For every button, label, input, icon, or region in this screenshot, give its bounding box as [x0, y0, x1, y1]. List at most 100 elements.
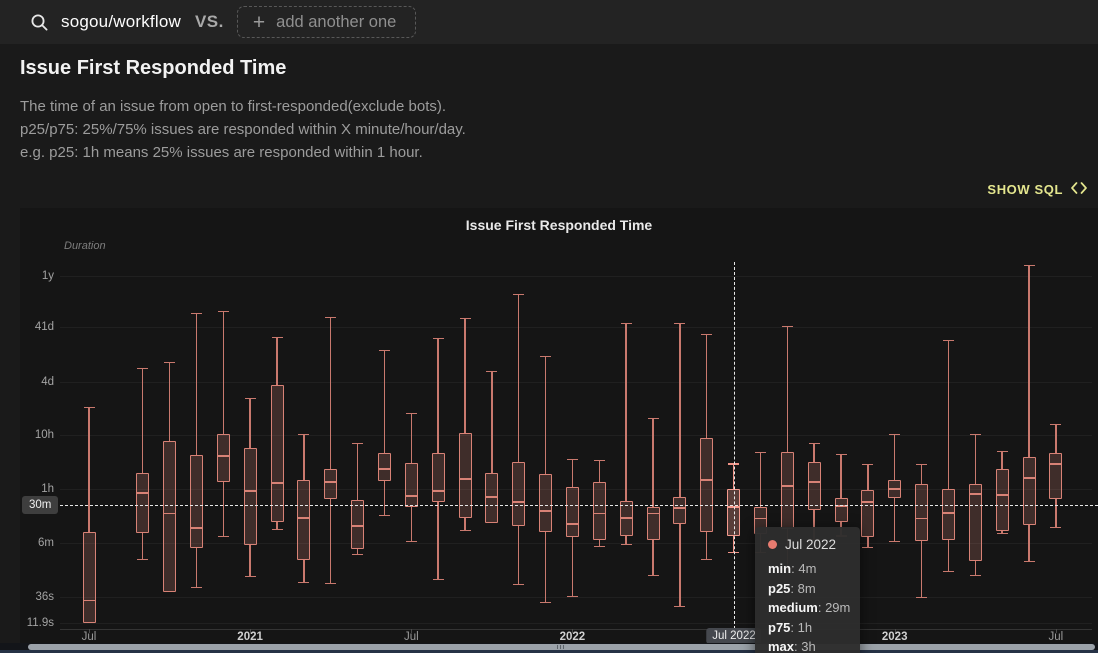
repo-search-input[interactable]: sogou/workflow	[61, 12, 181, 32]
boxplot[interactable]	[673, 497, 687, 524]
boxplot[interactable]	[297, 480, 311, 560]
median-line	[619, 517, 633, 519]
boxplot[interactable]	[82, 532, 96, 623]
whisker-cap	[137, 368, 149, 370]
whisker-cap	[217, 311, 229, 313]
median-line	[995, 494, 1009, 496]
whisker-cap	[942, 340, 954, 342]
boxplot[interactable]	[941, 489, 955, 540]
median-line	[1049, 463, 1063, 465]
boxplot[interactable]	[1022, 457, 1036, 525]
boxplot[interactable]	[189, 455, 203, 548]
boxplot[interactable]	[807, 462, 821, 510]
description-line: p25/p75: 25%/75% issues are responded wi…	[20, 121, 466, 138]
boxplot[interactable]	[216, 434, 230, 482]
whisker-cap	[647, 418, 659, 420]
chart-tooltip: Jul 2022 min: 4m p25: 8m medium: 29m p75: 1…	[755, 527, 860, 653]
boxplot[interactable]	[834, 498, 848, 522]
boxplot[interactable]	[780, 452, 794, 529]
boxplot[interactable]	[512, 462, 526, 526]
boxplot[interactable]	[324, 469, 338, 499]
whisker	[679, 524, 681, 607]
whisker	[222, 482, 224, 537]
boxplot[interactable]	[243, 448, 257, 546]
tooltip-row: max: 3h	[768, 639, 816, 653]
whisker	[518, 294, 520, 462]
boxplot[interactable]	[861, 490, 875, 537]
median-line	[592, 512, 606, 515]
chart-panel	[20, 208, 1098, 653]
median-line	[458, 478, 472, 480]
whisker	[88, 407, 90, 532]
whisker	[920, 541, 923, 598]
y-axis-tick-label: 6m	[38, 537, 54, 549]
boxplot[interactable]	[700, 438, 714, 532]
show-sql-label: SHOW SQL	[987, 182, 1063, 197]
boxplot[interactable]	[968, 484, 982, 561]
whisker	[706, 334, 708, 438]
whisker-cap	[1023, 561, 1035, 563]
whisker-cap	[513, 294, 525, 296]
whisker	[383, 481, 386, 516]
whisker-cap	[352, 443, 364, 445]
boxplot[interactable]	[539, 474, 553, 532]
whisker-cap	[83, 407, 95, 409]
tooltip-row: p75: 1h	[768, 619, 813, 635]
boxplot[interactable]	[915, 484, 929, 541]
x-axis-tick-label: 2023	[881, 631, 908, 643]
whisker	[249, 545, 251, 577]
whisker	[840, 454, 842, 498]
whisker-cap	[674, 323, 686, 325]
whisker-cap	[405, 413, 417, 415]
gridline	[60, 327, 1092, 329]
search-icon[interactable]	[30, 13, 49, 32]
median-line	[888, 488, 902, 490]
boxplot[interactable]	[377, 453, 391, 481]
boxplot[interactable]	[565, 487, 579, 537]
whisker-cap	[647, 575, 659, 577]
median-line	[243, 490, 257, 492]
whisker-cap	[378, 350, 390, 352]
gridline	[60, 435, 1092, 436]
whisker	[249, 398, 251, 448]
whisker	[867, 464, 869, 490]
whisker-cap	[620, 323, 632, 325]
show-sql-button[interactable]: SHOW SQL	[987, 182, 1088, 197]
median-line	[861, 501, 875, 503]
boxplot[interactable]	[592, 482, 606, 540]
scrollbar-grip-icon	[557, 645, 566, 649]
whisker-cap	[405, 541, 417, 543]
whisker	[571, 459, 574, 487]
whisker-cap	[566, 459, 578, 461]
plus-icon: +	[252, 10, 266, 34]
boxplot[interactable]	[1049, 453, 1063, 500]
whisker-cap	[459, 318, 471, 320]
whisker	[142, 533, 144, 560]
whisker-cap	[1050, 527, 1062, 529]
whisker-cap	[540, 356, 552, 358]
boxplot[interactable]	[995, 469, 1009, 531]
whisker	[625, 323, 627, 501]
median-line	[753, 517, 767, 520]
add-repo-button[interactable]: + add another one	[236, 6, 417, 38]
whisker-cap	[540, 601, 552, 604]
boxplot[interactable]	[485, 473, 499, 523]
whisker	[544, 532, 547, 603]
boxplot[interactable]	[431, 453, 445, 502]
boxplot[interactable]	[404, 463, 418, 507]
whisker-cap	[190, 313, 202, 315]
whisker-cap	[1050, 424, 1062, 426]
whisker	[571, 537, 574, 597]
whisker	[330, 499, 332, 584]
x-axis-tick-label: Jul	[81, 631, 97, 643]
x-axis-tick-label: 2022	[559, 631, 586, 643]
tooltip-row: medium: 29m	[768, 600, 851, 615]
whisker	[437, 502, 439, 581]
boxplot[interactable]	[163, 441, 177, 592]
gridline	[60, 382, 1092, 383]
boxplot[interactable]	[270, 385, 284, 522]
median-line	[82, 599, 96, 602]
whisker-cap	[325, 582, 337, 585]
boxplot[interactable]	[136, 473, 150, 533]
tooltip-row: p25: 8m	[768, 580, 816, 596]
